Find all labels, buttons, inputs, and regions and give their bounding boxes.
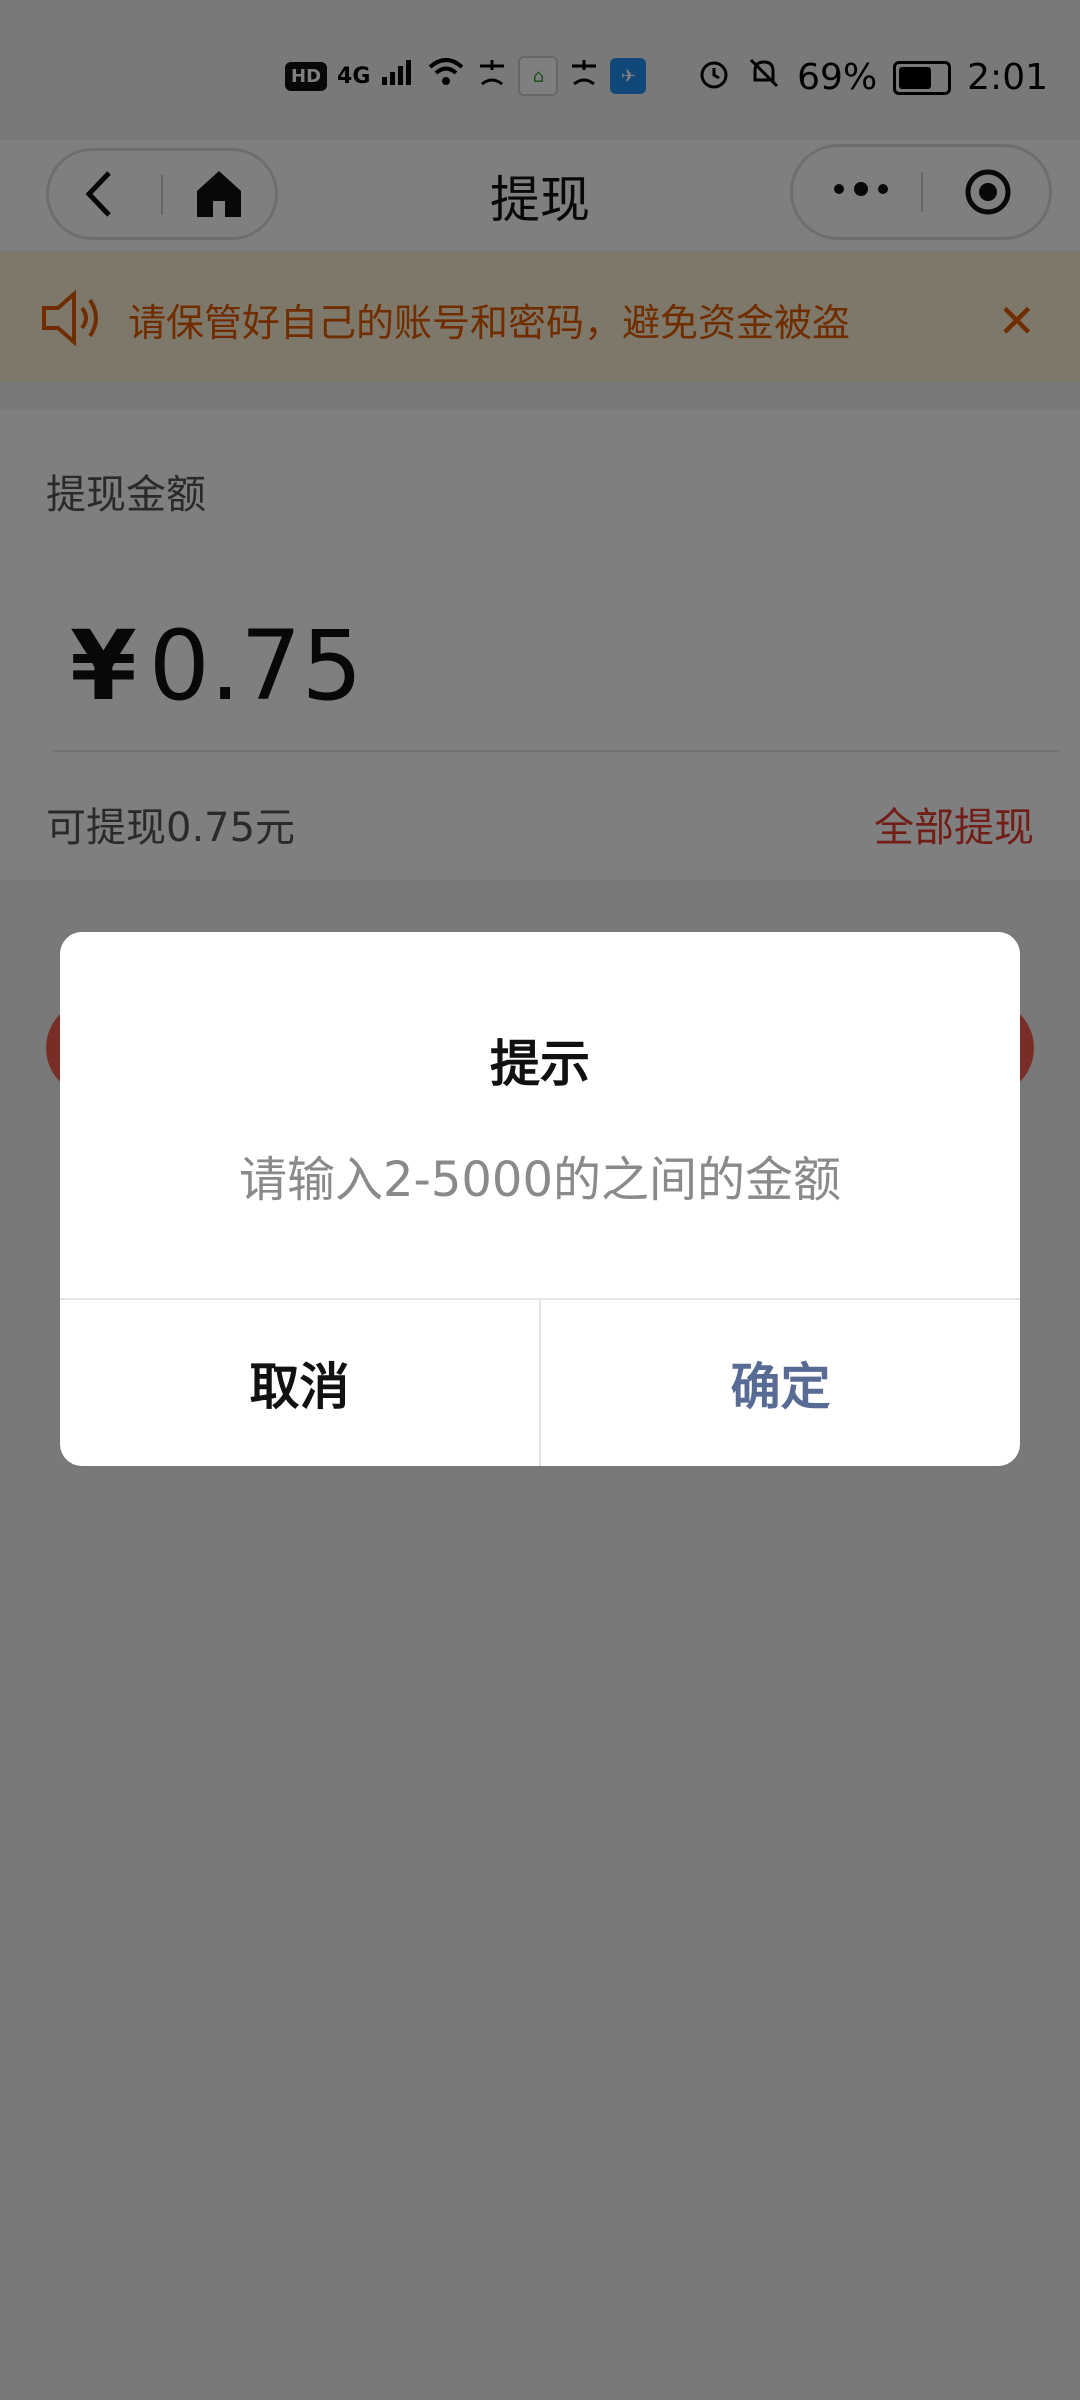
alert-dialog: 提示 请输入2-5000的之间的金额 取消 确定	[60, 932, 1020, 1466]
confirm-button[interactable]: 确定	[541, 1300, 1020, 1466]
cancel-button[interactable]: 取消	[60, 1300, 539, 1466]
dialog-title: 提示	[490, 1035, 590, 1093]
dialog-message: 请输入2-5000的之间的金额	[238, 1152, 842, 1208]
